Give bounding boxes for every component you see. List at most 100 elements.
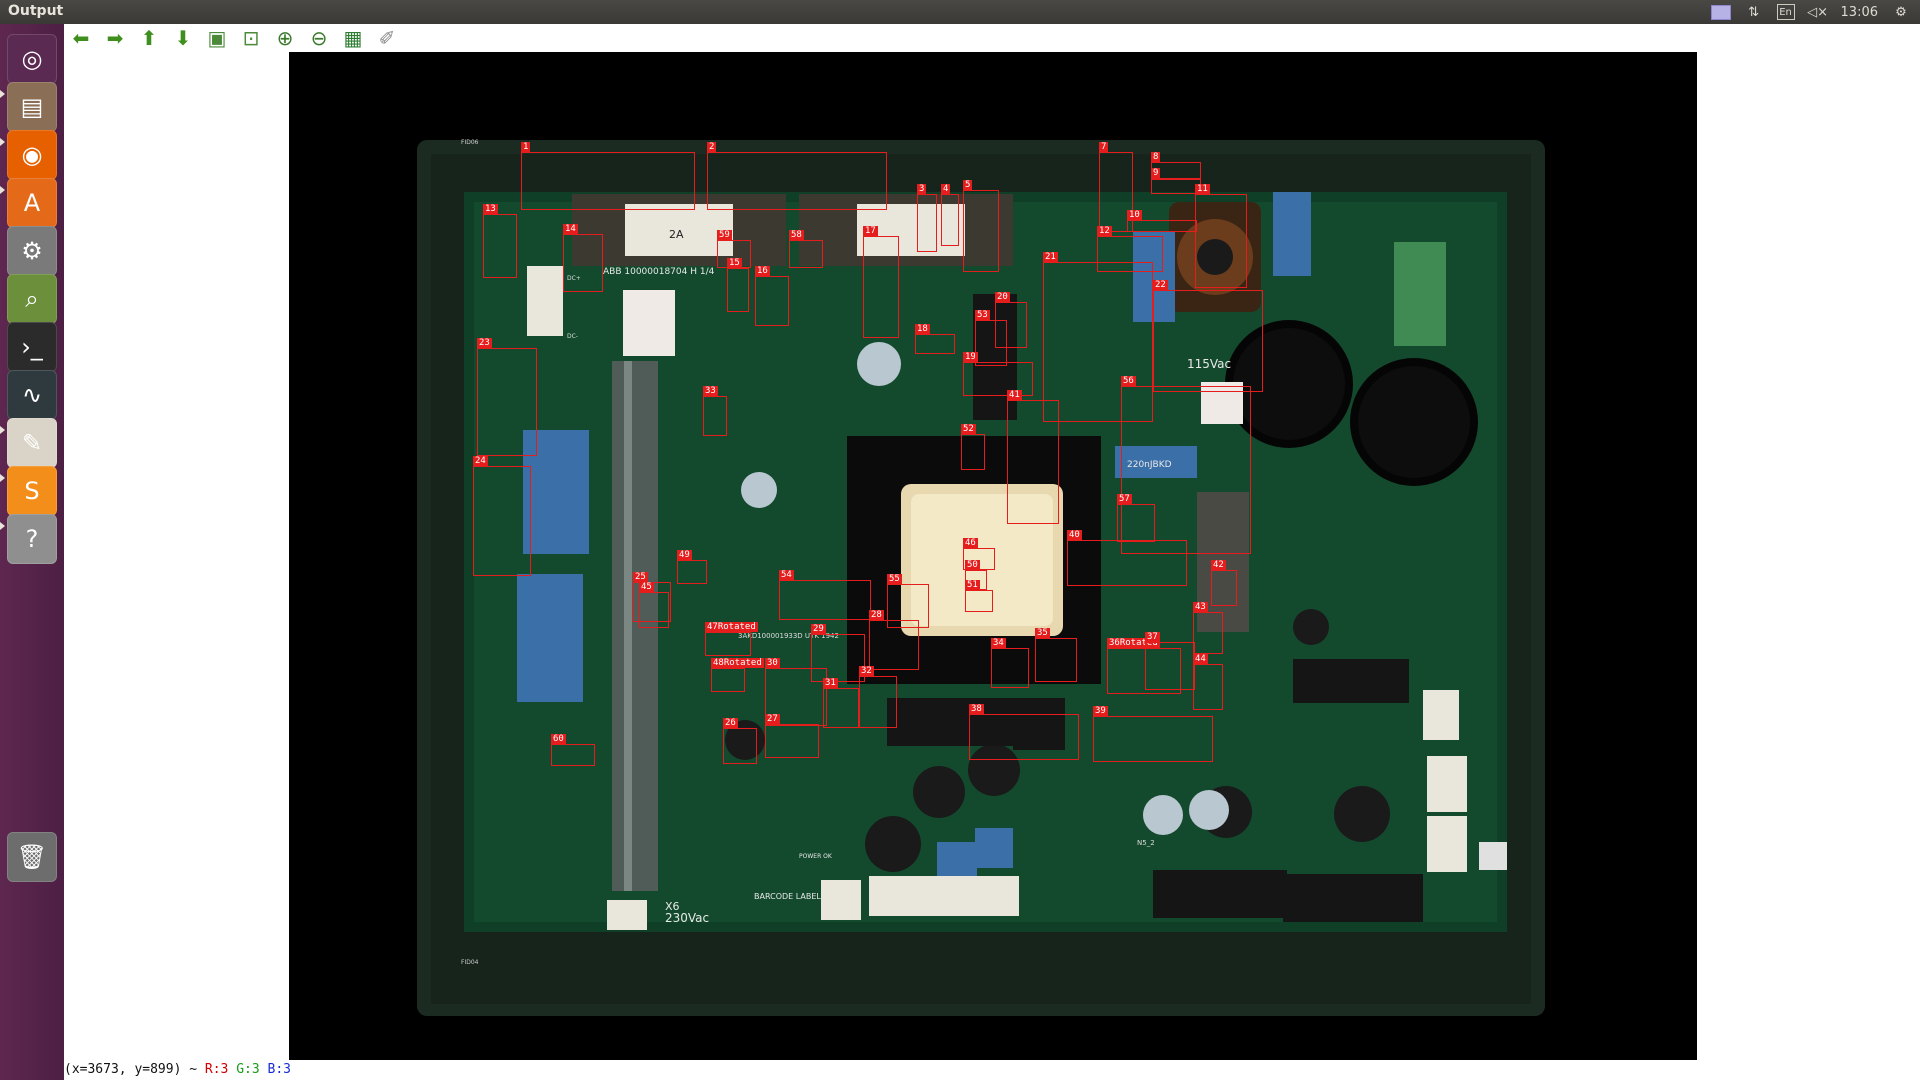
n5-label-text: N5_2 (1137, 839, 1155, 847)
detection-box: 39 (1093, 706, 1213, 762)
detection-box: 14 (563, 224, 603, 292)
detection-box: 22 (1153, 280, 1263, 392)
voltage-230-text: 230Vac (665, 911, 709, 925)
network-arrows-icon[interactable]: ⇅ (1745, 4, 1763, 20)
detection-box: 43 (1193, 602, 1223, 654)
back-arrow-icon[interactable]: ⬅ (64, 25, 98, 51)
save-icon[interactable]: ▦ (336, 25, 370, 51)
detection-label: 52 (961, 424, 976, 434)
green-value: G:3 (236, 1062, 260, 1077)
display-icon[interactable] (1710, 4, 1731, 20)
connector-x6-text: X6 (665, 900, 680, 913)
running-indicator (0, 474, 5, 482)
viewer-toolbar: ⬅ ➡ ⬆ ⬇ ▣ ⊡ ⊕ ⊖ ▦ ✐ (64, 24, 1920, 52)
detection-label: 17 (863, 226, 878, 236)
dc-minus-text: DC- (567, 333, 578, 340)
detection-box: 51 (965, 580, 993, 612)
detection-box: 15 (727, 258, 749, 312)
terminal-icon[interactable]: ›_ (7, 322, 57, 372)
detection-label: 29 (811, 624, 826, 634)
zoom-in-icon[interactable]: ⊕ (268, 25, 302, 51)
detection-box: 11 (1195, 184, 1247, 288)
detection-label: 35 (1035, 628, 1050, 638)
firefox-icon[interactable]: ◉ (7, 130, 57, 180)
detection-label: 13 (483, 204, 498, 214)
detection-box: 4 (941, 184, 959, 246)
brush-icon[interactable]: ✐ (370, 25, 404, 51)
detection-box: 42 (1211, 560, 1237, 606)
detection-box: 57 (1117, 494, 1155, 542)
text-editor-icon[interactable]: ✎ (7, 418, 57, 468)
detection-box: 23 (477, 338, 537, 456)
detection-label: 26 (723, 718, 738, 728)
detection-box: 32 (859, 666, 897, 728)
forward-arrow-icon[interactable]: ➡ (98, 25, 132, 51)
detection-label: 40 (1067, 530, 1082, 540)
detection-label: 55 (887, 574, 902, 584)
detection-box: 18 (915, 324, 955, 354)
detection-label: 32 (859, 666, 874, 676)
detection-label: 20 (995, 292, 1010, 302)
software-center-icon[interactable]: A (7, 178, 57, 228)
system-monitor-icon[interactable]: ∿ (7, 370, 57, 420)
detection-box: 19 (963, 352, 1033, 396)
system-settings-icon[interactable]: ⚙ (7, 226, 57, 276)
detection-box: 49 (677, 550, 707, 584)
detection-label: 18 (915, 324, 930, 334)
detection-label: 38 (969, 704, 984, 714)
cursor-coordinates: (x=3673, y=899) ~ (64, 1062, 198, 1077)
detection-label: 7 (1099, 142, 1109, 152)
detection-label: 34 (991, 638, 1006, 648)
detection-box: 54 (779, 570, 871, 620)
red-value: R:3 (204, 1062, 229, 1077)
detection-label: 24 (473, 456, 488, 466)
zoom-out-icon[interactable]: ⊖ (302, 25, 336, 51)
trash-icon[interactable]: 🗑 (7, 832, 57, 882)
image-viewer-icon[interactable]: ⌕ (7, 274, 57, 324)
system-gear-icon[interactable]: ⚙ (1892, 4, 1910, 20)
detection-label: 33 (703, 386, 718, 396)
detection-label: 43 (1193, 602, 1208, 612)
image-canvas[interactable]: ABB 10000018704 H 1/4 115Vac 230Vac X6 B… (64, 52, 1920, 1060)
help-icon[interactable]: ? (7, 514, 57, 564)
fuse-rating-text: 2A (669, 228, 684, 241)
ubuntu-dash-icon[interactable]: ◎ (7, 34, 57, 84)
detection-label: 54 (779, 570, 794, 580)
detection-label: 10 (1127, 210, 1142, 220)
detection-box: 10 (1127, 210, 1197, 232)
fit-window-icon[interactable]: ⊡ (234, 25, 268, 51)
detection-label: 1 (521, 142, 531, 152)
detection-label: 53 (975, 310, 990, 320)
detection-label: 25 (633, 572, 648, 582)
image-icon[interactable]: ▣ (200, 25, 234, 51)
clock[interactable]: 13:06 (1841, 5, 1878, 20)
down-arrow-icon[interactable]: ⬇ (166, 25, 200, 51)
detection-box: 37 (1145, 632, 1195, 690)
detection-box: 17 (863, 226, 899, 338)
detection-box: 53 (975, 310, 1007, 366)
detection-label: 49 (677, 550, 692, 560)
volume-muted-icon[interactable]: ◁× (1807, 4, 1828, 20)
detection-label: 11 (1195, 184, 1210, 194)
fid-bottom-text: FID04 (461, 959, 479, 966)
detection-box: 45 (639, 582, 669, 628)
detection-label: 48Rotated (711, 658, 764, 668)
detection-box: 38 (969, 704, 1079, 760)
detection-label: 59 (717, 230, 732, 240)
keyboard-layout-indicator[interactable]: En (1776, 4, 1795, 20)
detection-label: 56 (1121, 376, 1136, 386)
part-number-text: ABB 10000018704 H 1/4 (603, 267, 715, 277)
power-ok-text: POWER OK (799, 853, 833, 860)
detection-label: 14 (563, 224, 578, 234)
sublime-text-icon[interactable]: S (7, 466, 57, 516)
detection-box: 1 (521, 142, 695, 210)
up-arrow-icon[interactable]: ⬆ (132, 25, 166, 51)
files-icon[interactable]: ▤ (7, 82, 57, 132)
detection-box: 2 (707, 142, 887, 210)
detection-label: 23 (477, 338, 492, 348)
detection-box: 24 (473, 456, 531, 576)
detection-box: 33 (703, 386, 727, 436)
detection-label: 4 (941, 184, 951, 194)
detection-box: 5 (963, 180, 999, 272)
detection-box: 41 (1007, 390, 1059, 524)
